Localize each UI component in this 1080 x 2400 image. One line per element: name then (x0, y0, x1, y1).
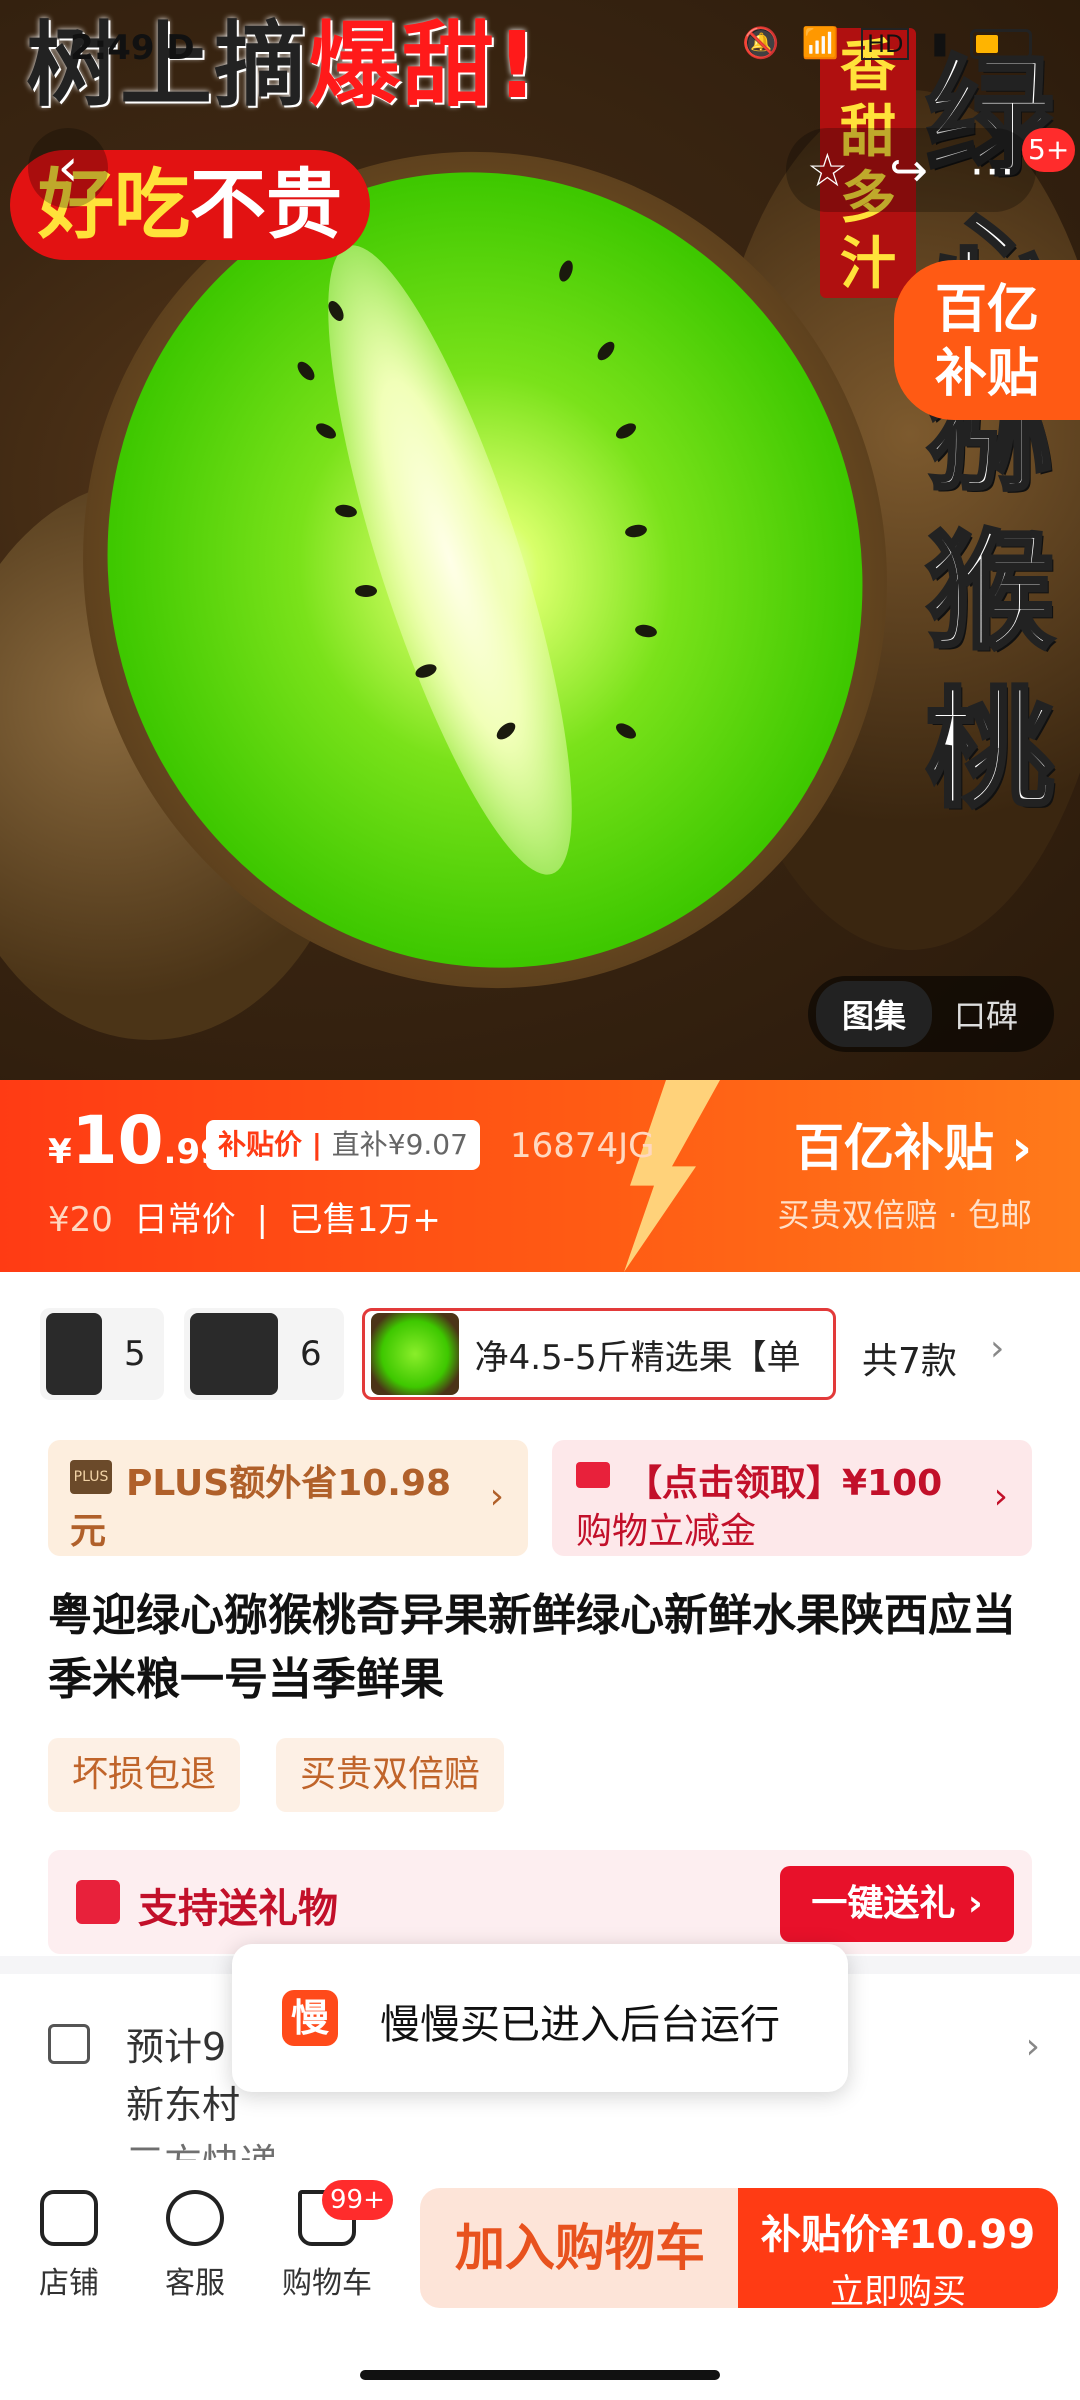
coupon-card[interactable]: 【点击领取】¥100 购物立减金 › (552, 1440, 1032, 1556)
background-running-toast: 慢 慢慢买已进入后台运行 (232, 1944, 848, 2092)
subsidy-badge: 百亿 补贴 (894, 260, 1080, 420)
home-indicator[interactable] (360, 2370, 720, 2380)
subsidy-tag-amount: 直补¥9.07 (331, 1128, 468, 1161)
more-icon[interactable]: ⋯ (969, 143, 1015, 197)
subsidy-badge-line1: 百亿 (934, 280, 1039, 340)
chat-face-icon (166, 2190, 224, 2246)
sku-option[interactable]: 5 (40, 1308, 164, 1400)
status-time: 2:49 D (70, 28, 195, 68)
gift-icon (76, 1880, 120, 1924)
divider: | (256, 1200, 279, 1240)
top-action-group: ☆ ↪ ⋯ (786, 128, 1036, 212)
signal-icon: ▮ (931, 26, 948, 61)
plus-badge: PLUS (70, 1460, 112, 1494)
battery-icon (970, 28, 1032, 59)
add-to-cart-button[interactable]: 加入购物车 (420, 2188, 740, 2308)
feature-tag: 买贵双倍赔 (276, 1738, 505, 1812)
original-price-row: ¥20 日常价 | 已售1万+ (48, 1192, 441, 1241)
sku-selector: 5 6 净4.5-5斤精选果【单 共7款 › (0, 1298, 1080, 1408)
plus-savings-line2: 元 (70, 1511, 107, 1552)
chevron-right-icon: › (1025, 2026, 1040, 2067)
store-button[interactable]: 店铺 (14, 2190, 124, 2302)
share-icon[interactable]: ↪ (889, 143, 928, 197)
sku-option-number: 6 (300, 1334, 322, 1374)
price-currency: ¥ (48, 1132, 72, 1172)
store-icon (40, 2190, 98, 2246)
chevron-left-icon: ‹ (57, 138, 79, 198)
coupon-icon (576, 1462, 610, 1488)
buy-now-label: 立即购买 (830, 2272, 966, 2312)
sold-count: 已售1万+ (288, 1200, 441, 1240)
sku-option-label: 净4.5-5斤精选果【单 (474, 1337, 801, 1378)
toast-message: 慢慢买已进入后台运行 (380, 2002, 780, 2048)
kiwi-seed (355, 585, 377, 597)
store-label: 店铺 (39, 2266, 99, 2301)
lightning-bolt-decoration (624, 1080, 720, 1272)
subsidy-brand-title[interactable]: 百亿补贴 › (794, 1108, 1032, 1180)
cart-count-badge: 99+ (322, 2180, 393, 2220)
product-image-carousel[interactable]: 树上摘爆甜! 好吃不贵 香甜多汁 绿心猕猴桃 百亿 补贴 2:49 D 🔕 📶 … (0, 0, 1080, 1080)
sku-option[interactable]: 6 (184, 1308, 344, 1400)
coupon-line1: 【点击领取】¥100 (626, 1463, 943, 1504)
back-button[interactable]: ‹ (28, 128, 108, 208)
status-icons: 🔕 📶 HD ▮ (742, 26, 1032, 61)
plus-savings-card[interactable]: PLUS PLUS额外省10.98 元 › (48, 1440, 528, 1556)
product-title: 粤迎绿心猕猴桃奇异果新鲜绿心新鲜水果陕西应当季米粮一号当季鲜果 (48, 1590, 1016, 1705)
tab-gallery[interactable]: 图集 (816, 981, 933, 1047)
sku-thumbnail (46, 1313, 102, 1395)
favorite-star-icon[interactable]: ☆ (807, 143, 848, 197)
gift-label: 支持送礼物 (138, 1886, 338, 1932)
subsidy-tag-label: 补贴价 (218, 1128, 303, 1161)
status-bar: 2:49 D 🔕 📶 HD ▮ (0, 0, 1080, 90)
current-price: ¥10.99 (48, 1102, 224, 1179)
customer-service-label: 客服 (165, 2266, 225, 2301)
sku-total-count[interactable]: 共7款 (862, 1332, 957, 1384)
message-count-badge: 5+ (1022, 128, 1076, 172)
delivery-estimate: 预计9 (126, 2025, 227, 2069)
original-price-label: 日常价 (133, 1200, 236, 1240)
send-gift-button[interactable]: 一键送礼 › (780, 1866, 1014, 1942)
wifi-icon: 📶 (801, 26, 839, 61)
buy-now-button[interactable]: 补贴价¥10.99 立即购买 (738, 2188, 1058, 2312)
chevron-right-icon: › (489, 1476, 504, 1517)
mute-icon: 🔕 (742, 26, 780, 61)
gift-row: 支持送礼物 一键送礼 › (48, 1850, 1032, 1954)
subsidy-price-tag: 补贴价 | 直补¥9.07 (206, 1120, 480, 1170)
chevron-right-icon: › (993, 1476, 1008, 1517)
cart-label: 购物车 (282, 2266, 372, 2301)
buy-now-price: 补贴价¥10.99 (760, 2212, 1036, 2258)
plus-savings-line1: PLUS额外省10.98 (126, 1463, 452, 1504)
price-code: 16874JG (510, 1126, 655, 1166)
hd-icon: HD (860, 27, 910, 60)
sku-thumbnail (371, 1313, 459, 1395)
sku-option-number: 5 (124, 1334, 146, 1374)
gallery-switch: 图集 口碑 (808, 976, 1054, 1052)
feature-tag: 坏损包退 (48, 1738, 241, 1812)
promo-subline-white: 不贵 (190, 160, 342, 249)
sku-thumbnail (190, 1313, 278, 1395)
subsidy-brand-subtitle: 买贵双倍赔 · 包邮 (777, 1196, 1032, 1234)
subsidy-badge-line2: 补贴 (934, 344, 1039, 404)
truck-icon (48, 2024, 90, 2064)
customer-service-button[interactable]: 客服 (140, 2190, 250, 2302)
bottom-action-bar: 店铺 客服 购物车 99+ 加入购物车 补贴价¥10.99 立即购买 (0, 2160, 1080, 2330)
sku-option-selected[interactable]: 净4.5-5斤精选果【单 (362, 1308, 836, 1400)
delivery-address: 新东村 (126, 2083, 241, 2127)
chevron-right-icon[interactable]: › (990, 1328, 1004, 1369)
tab-reviews[interactable]: 口碑 (932, 981, 1040, 1047)
app-logo-icon: 慢 (282, 1990, 338, 2046)
original-price: ¥20 (48, 1200, 113, 1240)
price-integer: 10 (71, 1102, 164, 1179)
coupon-line2: 购物立减金 (576, 1511, 757, 1552)
price-banner: ¥10.99 补贴价 | 直补¥9.07 16874JG ¥20 日常价 | 已… (0, 1080, 1080, 1272)
